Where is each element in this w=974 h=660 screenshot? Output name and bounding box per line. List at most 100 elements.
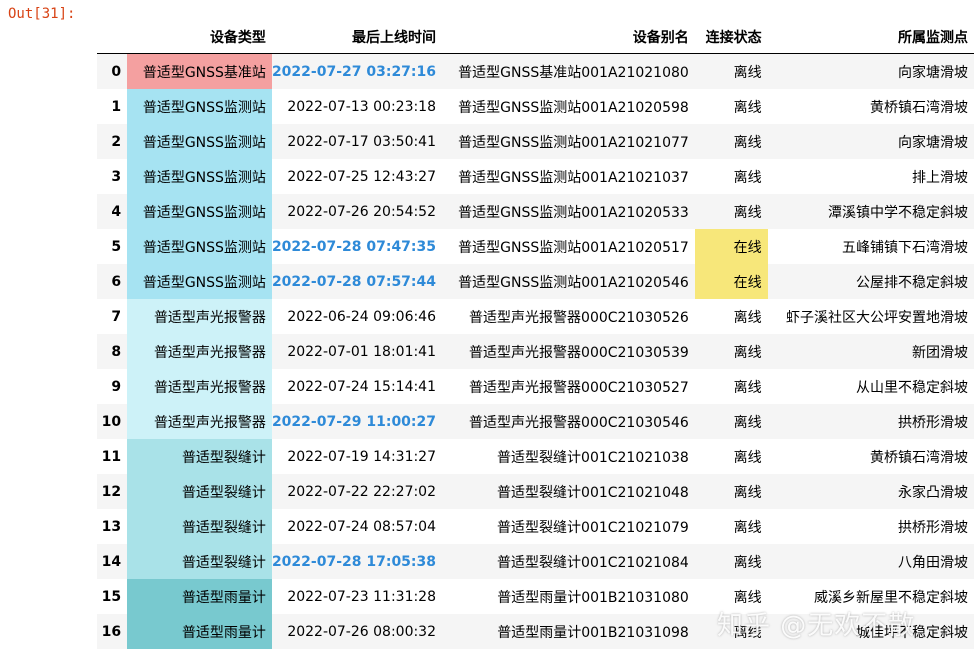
cell-connection-status: 离线 xyxy=(694,53,768,89)
table-body: 0 普适型GNSS基准站 2022-07-27 03:27:16 普适型GNSS基准站… xyxy=(97,53,974,649)
table-row: 8 普适型声光报警器 2022-07-01 18:01:41 普适型声光报警器000C… xyxy=(97,334,974,369)
cell-monitoring-site: 城佳坪不稳定斜坡 xyxy=(767,614,974,649)
row-index: 6 xyxy=(97,264,128,299)
cell-last-online-time: 2022-07-28 07:47:35 xyxy=(271,229,443,264)
table-row: 16 普适型雨量计 2022-07-26 08:00:32 普适型雨量计001B210… xyxy=(97,614,974,649)
row-index: 8 xyxy=(97,334,128,369)
cell-device-type: 普适型GNSS监测站 xyxy=(127,229,272,264)
row-index: 7 xyxy=(97,299,128,334)
cell-last-online-time: 2022-06-24 09:06:46 xyxy=(271,299,443,334)
table-row: 15 普适型雨量计 2022-07-23 11:31:28 普适型雨量计001B210… xyxy=(97,579,974,614)
cell-device-type: 普适型GNSS监测站 xyxy=(127,194,272,229)
cell-monitoring-site: 黄桥镇石湾滑坡 xyxy=(767,439,974,474)
row-index: 12 xyxy=(97,474,128,509)
row-index: 5 xyxy=(97,229,128,264)
table-row: 10 普适型声光报警器 2022-07-29 11:00:27 普适型声光报警器000… xyxy=(97,404,974,439)
cell-monitoring-site: 拱桥形滑坡 xyxy=(767,404,974,439)
cell-device-alias: 普适型声光报警器000C21030546 xyxy=(442,404,695,439)
cell-device-alias: 普适型GNSS监测站001A21020598 xyxy=(442,89,695,124)
cell-device-alias: 普适型GNSS监测站001A21021037 xyxy=(442,159,695,194)
cell-device-alias: 普适型裂缝计001C21021038 xyxy=(442,439,695,474)
row-index: 15 xyxy=(97,579,128,614)
cell-monitoring-site: 向家塘滑坡 xyxy=(767,124,974,159)
cell-last-online-time: 2022-07-26 20:54:52 xyxy=(271,194,443,229)
cell-device-type: 普适型声光报警器 xyxy=(127,299,272,334)
cell-device-type: 普适型GNSS基准站 xyxy=(127,53,272,89)
table-row: 13 普适型裂缝计 2022-07-24 08:57:04 普适型裂缝计001C210… xyxy=(97,509,974,544)
cell-last-online-time: 2022-07-29 11:00:27 xyxy=(271,404,443,439)
cell-device-type: 普适型裂缝计 xyxy=(127,509,272,544)
header-index xyxy=(97,20,128,54)
cell-device-type: 普适型GNSS监测站 xyxy=(127,264,272,299)
cell-last-online-time: 2022-07-28 17:05:38 xyxy=(271,544,443,579)
cell-last-online-time: 2022-07-19 14:31:27 xyxy=(271,439,443,474)
cell-connection-status: 离线 xyxy=(694,509,768,544)
table-row: 4 普适型GNSS监测站 2022-07-26 20:54:52 普适型GNSS监测站… xyxy=(97,194,974,229)
table-row: 14 普适型裂缝计 2022-07-28 17:05:38 普适型裂缝计001C210… xyxy=(97,544,974,579)
cell-monitoring-site: 向家塘滑坡 xyxy=(767,53,974,89)
cell-last-online-time: 2022-07-13 00:23:18 xyxy=(271,89,443,124)
cell-device-alias: 普适型裂缝计001C21021048 xyxy=(442,474,695,509)
cell-connection-status: 离线 xyxy=(694,299,768,334)
cell-last-online-time: 2022-07-01 18:01:41 xyxy=(271,334,443,369)
cell-connection-status: 离线 xyxy=(694,369,768,404)
table-row: 11 普适型裂缝计 2022-07-19 14:31:27 普适型裂缝计001C210… xyxy=(97,439,974,474)
cell-device-type: 普适型雨量计 xyxy=(127,579,272,614)
header-monitoring-site: 所属监测点 xyxy=(767,20,974,54)
cell-connection-status: 离线 xyxy=(694,439,768,474)
cell-monitoring-site: 永家凸滑坡 xyxy=(767,474,974,509)
row-index: 3 xyxy=(97,159,128,194)
table-row: 3 普适型GNSS监测站 2022-07-25 12:43:27 普适型GNSS监测站… xyxy=(97,159,974,194)
dataframe-container: 设备类型 最后上线时间 设备别名 连接状态 所属监测点 0 普适型GNSS基准站 2… xyxy=(97,20,974,649)
row-index: 11 xyxy=(97,439,128,474)
table-row: 6 普适型GNSS监测站 2022-07-28 07:57:44 普适型GNSS监测站… xyxy=(97,264,974,299)
cell-connection-status: 离线 xyxy=(694,124,768,159)
cell-connection-status: 离线 xyxy=(694,404,768,439)
notebook-output-cell: Out[31]: 设备类型 最后上线时间 设备别名 连接状态 所属监测点 0 普… xyxy=(0,0,974,660)
row-index: 1 xyxy=(97,89,128,124)
table-header: 设备类型 最后上线时间 设备别名 连接状态 所属监测点 xyxy=(97,20,974,54)
header-connection-status: 连接状态 xyxy=(694,20,768,54)
cell-connection-status: 在线 xyxy=(694,264,768,299)
cell-device-type: 普适型裂缝计 xyxy=(127,544,272,579)
row-index: 2 xyxy=(97,124,128,159)
cell-monitoring-site: 威溪乡新屋里不稳定斜坡 xyxy=(767,579,974,614)
row-index: 9 xyxy=(97,369,128,404)
cell-monitoring-site: 从山里不稳定斜坡 xyxy=(767,369,974,404)
cell-device-alias: 普适型GNSS监测站001A21020517 xyxy=(442,229,695,264)
cell-device-alias: 普适型声光报警器000C21030526 xyxy=(442,299,695,334)
header-last-online-time: 最后上线时间 xyxy=(271,20,443,54)
table-row: 5 普适型GNSS监测站 2022-07-28 07:47:35 普适型GNSS监测站… xyxy=(97,229,974,264)
cell-monitoring-site: 八角田滑坡 xyxy=(767,544,974,579)
cell-monitoring-site: 公屋排不稳定斜坡 xyxy=(767,264,974,299)
row-index: 13 xyxy=(97,509,128,544)
cell-connection-status: 离线 xyxy=(694,89,768,124)
cell-last-online-time: 2022-07-24 08:57:04 xyxy=(271,509,443,544)
cell-connection-status: 离线 xyxy=(694,194,768,229)
cell-connection-status: 离线 xyxy=(694,544,768,579)
cell-device-type: 普适型声光报警器 xyxy=(127,369,272,404)
cell-connection-status: 离线 xyxy=(694,474,768,509)
cell-monitoring-site: 拱桥形滑坡 xyxy=(767,509,974,544)
cell-monitoring-site: 虾子溪社区大公坪安置地滑坡 xyxy=(767,299,974,334)
row-index: 10 xyxy=(97,404,128,439)
row-index: 14 xyxy=(97,544,128,579)
cell-connection-status: 离线 xyxy=(694,159,768,194)
cell-last-online-time: 2022-07-27 03:27:16 xyxy=(271,53,443,89)
cell-device-alias: 普适型雨量计001B21031080 xyxy=(442,579,695,614)
cell-device-alias: 普适型裂缝计001C21021084 xyxy=(442,544,695,579)
cell-monitoring-site: 五峰铺镇下石湾滑坡 xyxy=(767,229,974,264)
cell-connection-status: 在线 xyxy=(694,229,768,264)
cell-monitoring-site: 潭溪镇中学不稳定斜坡 xyxy=(767,194,974,229)
cell-device-type: 普适型声光报警器 xyxy=(127,404,272,439)
table-row: 7 普适型声光报警器 2022-06-24 09:06:46 普适型声光报警器000C… xyxy=(97,299,974,334)
table-row: 12 普适型裂缝计 2022-07-22 22:27:02 普适型裂缝计001C210… xyxy=(97,474,974,509)
cell-device-alias: 普适型GNSS监测站001A21020546 xyxy=(442,264,695,299)
cell-connection-status: 离线 xyxy=(694,334,768,369)
row-index: 0 xyxy=(97,53,128,89)
cell-last-online-time: 2022-07-23 11:31:28 xyxy=(271,579,443,614)
cell-device-type: 普适型GNSS监测站 xyxy=(127,159,272,194)
dataframe-table: 设备类型 最后上线时间 设备别名 连接状态 所属监测点 0 普适型GNSS基准站 2… xyxy=(97,20,974,649)
cell-device-alias: 普适型GNSS基准站001A21021080 xyxy=(442,53,695,89)
table-row: 1 普适型GNSS监测站 2022-07-13 00:23:18 普适型GNSS监测站… xyxy=(97,89,974,124)
